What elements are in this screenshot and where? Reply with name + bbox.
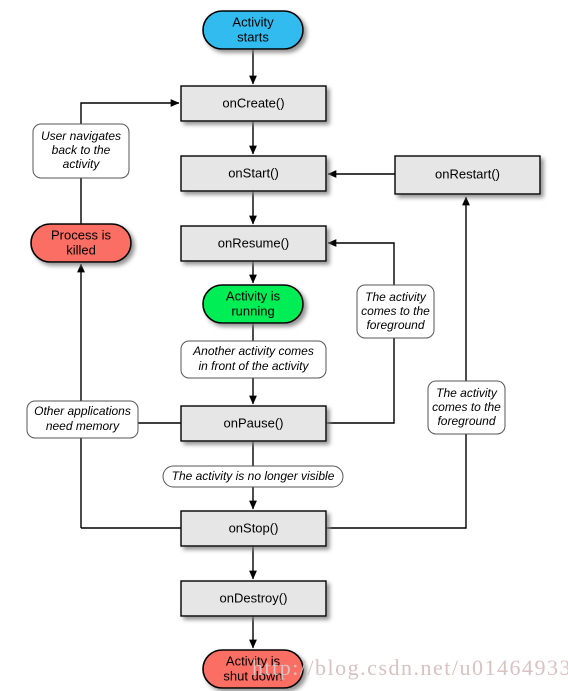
edge-label-user-navigates-back-line-1: back to the [52, 143, 111, 157]
node-onrestart-label: onRestart() [435, 166, 500, 181]
edge-label-activity-foreground-stop-line-1: comes to the [432, 400, 501, 414]
edge-label-other-apps-memory-line-0: Other applications [34, 404, 131, 418]
node-activity-running-line-1: running [231, 303, 274, 318]
node-onpause[interactable]: onPause() [180, 405, 327, 442]
node-onstop-label: onStop() [229, 520, 279, 535]
activity-lifecycle-diagram: Activity starts onCreate() onStart() onR… [26, 10, 541, 689]
node-onstop[interactable]: onStop() [180, 510, 327, 547]
node-process-killed-line-1: killed [66, 242, 96, 257]
node-oncreate-label: onCreate() [222, 95, 284, 110]
edge-label-another-activity-front-line-1: in front of the activity [198, 359, 309, 373]
node-ondestroy-label: onDestroy() [220, 590, 288, 605]
edge-label-no-longer-visible-line-0: The activity is no longer visible [172, 469, 335, 483]
edge-label-other-apps-memory-line-1: need memory [46, 419, 120, 433]
node-onrestart[interactable]: onRestart() [394, 155, 541, 195]
node-ondestroy[interactable]: onDestroy() [180, 580, 327, 617]
node-activity-running[interactable]: Activity is running [202, 284, 304, 324]
edge-label-activity-foreground-stop-line-0: The activity [436, 386, 498, 400]
edge-label-activity-foreground-pause-line-0: The activity [365, 290, 427, 304]
node-activity-shutdown-line-1: shut down [223, 668, 282, 683]
edge-onstop-to-onrestart [326, 196, 470, 529]
edge-label-another-activity-front-line-0: Another activity comes [192, 344, 314, 358]
node-activity-shutdown-line-0: Activity is [226, 653, 281, 668]
node-onstart[interactable]: onStart() [180, 155, 327, 192]
node-activity-starts-line-0: Activity [232, 14, 274, 29]
edge-label-user-navigates-back-line-2: activity [63, 157, 101, 171]
edge-label-activity-foreground-stop-line-2: foreground [437, 414, 495, 428]
edge-label-no-longer-visible: The activity is no longer visible [162, 465, 344, 488]
edge-label-another-activity-front: Another activity comes in front of the a… [180, 340, 327, 379]
node-onresume[interactable]: onResume() [180, 225, 327, 262]
edge-label-activity-foreground-stop: The activity comes to the foreground [427, 380, 506, 435]
edge-label-other-apps-memory: Other applications need memory [26, 400, 139, 439]
node-onpause-label: onPause() [224, 415, 284, 430]
edge-label-user-navigates-back: User navigates back to the activity [32, 123, 130, 179]
node-activity-running-line-0: Activity is [226, 288, 281, 303]
node-onresume-label: onResume() [218, 235, 290, 250]
node-process-killed[interactable]: Process is killed [30, 223, 132, 263]
edge-label-activity-foreground-pause-line-2: foreground [366, 318, 424, 332]
node-process-killed-line-0: Process is [51, 227, 111, 242]
node-oncreate[interactable]: onCreate() [180, 85, 327, 122]
node-activity-starts-line-1: starts [237, 29, 269, 44]
node-activity-shutdown[interactable]: Activity is shut down [202, 649, 304, 689]
edge-label-user-navigates-back-line-0: User navigates [41, 129, 121, 143]
edge-label-activity-foreground-pause: The activity comes to the foreground [356, 284, 435, 339]
edge-label-activity-foreground-pause-line-1: comes to the [361, 304, 430, 318]
node-activity-starts[interactable]: Activity starts [202, 10, 304, 50]
node-onstart-label: onStart() [228, 165, 279, 180]
